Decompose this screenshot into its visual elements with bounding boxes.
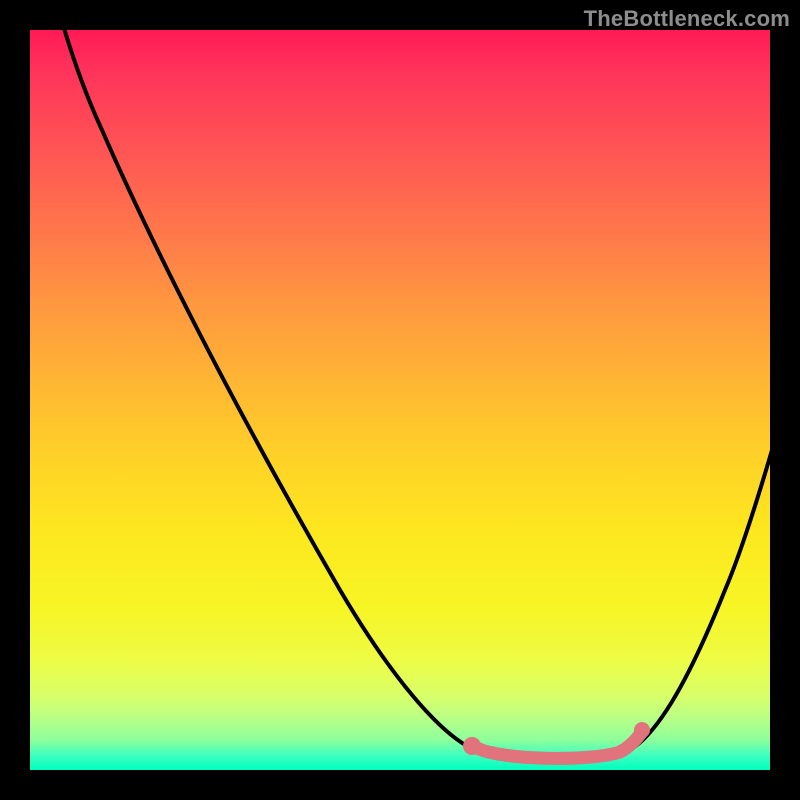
pink-trough-accent: [463, 722, 650, 758]
watermark-text: TheBottleneck.com: [584, 6, 790, 32]
curve-layer: [30, 30, 770, 770]
bottleneck-curve: [63, 30, 770, 760]
plot-area: [30, 30, 770, 770]
chart-root: TheBottleneck.com: [0, 0, 800, 800]
